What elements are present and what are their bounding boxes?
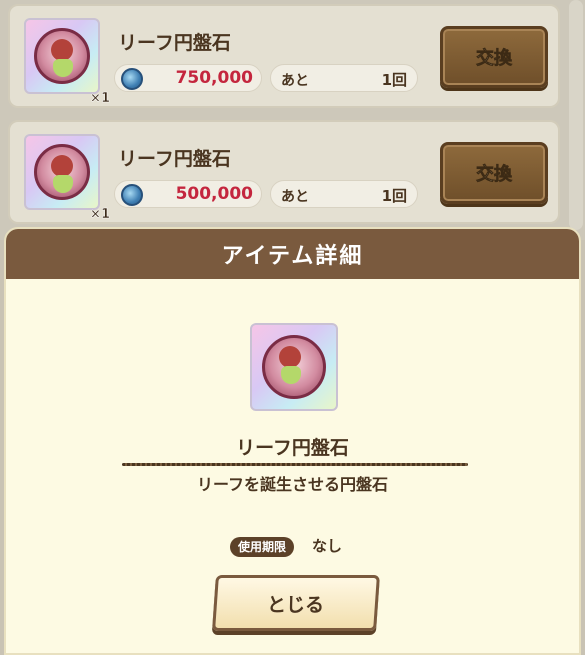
- close-button-label: とじる: [267, 593, 325, 616]
- scrollbar[interactable]: [569, 0, 583, 230]
- coin-icon: [121, 68, 143, 90]
- item-detail-name: リーフ円盤石: [236, 437, 349, 459]
- exchange-button-label: 交換: [476, 164, 513, 186]
- modal-header: アイテム詳細: [6, 229, 579, 279]
- exchange-button[interactable]: 交換: [440, 142, 548, 204]
- price-pill: 500,000: [114, 180, 262, 208]
- price-pill: 750,000: [114, 64, 262, 92]
- leaf-medal-icon: [262, 335, 326, 399]
- modal-title: アイテム詳細: [221, 244, 364, 269]
- item-price: 500,000: [175, 184, 253, 204]
- item-detail-modal: アイテム詳細 リーフ円盤石 リーフを誕生させる円盤石 使用期限 なし とじる: [4, 227, 581, 655]
- item-price: 750,000: [175, 68, 253, 88]
- item-quantity: ×1: [90, 91, 110, 107]
- item-detail-image: [250, 323, 338, 411]
- exchange-button-label: 交換: [476, 48, 513, 70]
- remaining-value: 1回: [381, 71, 407, 89]
- item-name: リーフ円盤石: [118, 148, 231, 170]
- exchange-button[interactable]: 交換: [440, 26, 548, 88]
- remaining-label: あと: [281, 73, 309, 89]
- leaf-medal-icon: [34, 144, 90, 200]
- divider: [122, 463, 468, 466]
- exchange-list: ×1 リーフ円盤石 750,000 あと 1回 交換 ×1 リーフ円盤石 500…: [0, 0, 585, 240]
- leaf-medal-icon: [34, 28, 90, 84]
- remaining-pill: あと 1回: [270, 64, 418, 92]
- list-item: ×1 リーフ円盤石 500,000 あと 1回 交換: [8, 120, 560, 224]
- item-thumbnail[interactable]: ×1: [24, 18, 110, 106]
- expiry-badge: 使用期限: [230, 537, 295, 557]
- close-button[interactable]: とじる: [212, 575, 380, 631]
- list-item: ×1 リーフ円盤石 750,000 あと 1回 交換: [8, 4, 560, 108]
- coin-icon: [121, 184, 143, 206]
- item-description: リーフを誕生させる円盤石: [196, 475, 389, 494]
- item-name: リーフ円盤石: [118, 32, 231, 54]
- remaining-value: 1回: [381, 187, 407, 205]
- remaining-pill: あと 1回: [270, 180, 418, 208]
- item-quantity: ×1: [90, 207, 110, 223]
- item-thumbnail[interactable]: ×1: [24, 134, 110, 222]
- expiry-value: なし: [312, 537, 343, 555]
- remaining-label: あと: [281, 189, 309, 205]
